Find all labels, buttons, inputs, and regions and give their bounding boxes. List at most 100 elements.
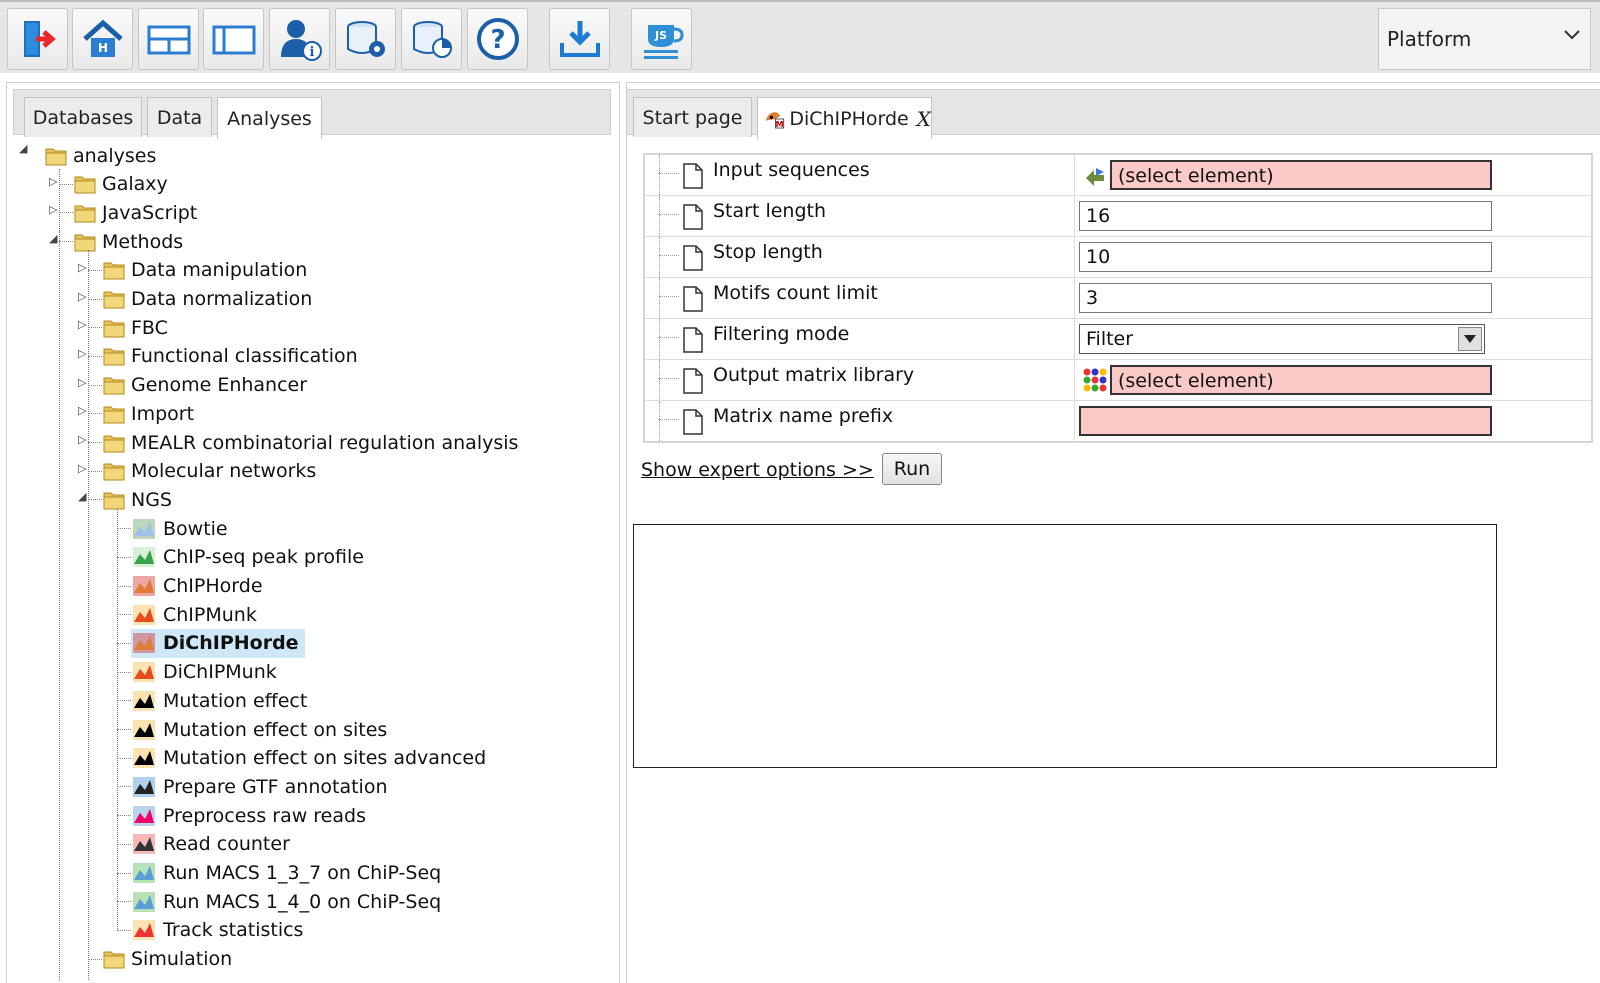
tree-connector — [59, 183, 73, 185]
bowtie-icon — [131, 516, 157, 542]
dichiphorde-icon — [131, 630, 157, 656]
tab-start-page[interactable]: Start page — [633, 97, 752, 137]
param-row-input-sequences: Input sequences (select element) — [645, 155, 1591, 196]
show-expert-options-link[interactable]: Show expert options >> — [641, 459, 874, 481]
tree-item-prepare-gtf-annotation[interactable]: Prepare GTF annotation — [131, 772, 388, 801]
expand-toggle[interactable]: ▷ — [78, 261, 86, 274]
tree-connector — [117, 671, 131, 673]
layout-button[interactable] — [138, 8, 199, 70]
js-console-button[interactable]: JS — [631, 8, 692, 70]
expand-toggle[interactable]: ▷ — [78, 404, 86, 417]
tree-item-simulation[interactable]: Simulation — [103, 945, 232, 974]
tree-item-data-manipulation[interactable]: Data manipulation — [103, 256, 307, 285]
db-settings-button[interactable] — [335, 8, 396, 70]
tree-item-mutation-effect-on-sites[interactable]: Mutation effect on sites — [131, 715, 387, 744]
tree-connector — [117, 901, 131, 903]
param-motifs-count-limit-input[interactable]: 3 — [1079, 283, 1492, 313]
tree-item-ngs[interactable]: NGS — [103, 485, 172, 514]
tree-item-track-statistics[interactable]: Track statistics — [131, 916, 303, 945]
expand-toggle[interactable]: ▷ — [78, 462, 86, 475]
tree-item-data-normalization[interactable]: Data normalization — [103, 285, 312, 314]
home-button[interactable]: H — [72, 8, 133, 70]
user-info-button[interactable]: i — [269, 8, 330, 70]
select-sequences-icon[interactable] — [1082, 162, 1108, 193]
param-filtering-mode-select[interactable]: Filter — [1079, 324, 1485, 354]
tree-item-import[interactable]: Import — [103, 399, 194, 428]
tree-item-galaxy[interactable]: Galaxy — [74, 170, 168, 199]
select-matrix-library-icon[interactable] — [1082, 367, 1108, 398]
tree-item-read-counter[interactable]: Read counter — [131, 830, 290, 859]
param-input-sequences-field[interactable]: (select element) — [1110, 160, 1492, 190]
tree-connector — [117, 700, 131, 702]
tree-item-label: ChIPHorde — [163, 575, 263, 597]
tree-item-functional-classification[interactable]: Functional classification — [103, 342, 358, 371]
tree-item-label: Run MACS 1_4_0 on ChiP-Seq — [163, 890, 442, 913]
tree-item-chipmunk[interactable]: ChIPMunk — [131, 600, 257, 629]
exit-button[interactable] — [7, 8, 68, 70]
expand-toggle[interactable]: ▷ — [49, 175, 57, 188]
tree-item-label: ChIPMunk — [163, 603, 257, 626]
tree-item-bowtie[interactable]: Bowtie — [131, 514, 228, 543]
tree-item-fbc[interactable]: FBC — [103, 313, 168, 342]
expand-toggle[interactable]: ▷ — [78, 433, 86, 446]
db-chart-button[interactable] — [401, 8, 462, 70]
tree-item-mutation-effect[interactable]: Mutation effect — [131, 686, 307, 715]
download-button[interactable] — [549, 8, 610, 70]
tree-item-analyses[interactable]: analyses — [45, 141, 156, 170]
collapse-toggle[interactable]: ◢ — [19, 142, 27, 155]
tree-item-javascript[interactable]: JavaScript — [74, 198, 197, 227]
tab-data[interactable]: Data — [147, 97, 212, 137]
tree-connector — [117, 929, 131, 931]
param-matrix-name-prefix-input[interactable] — [1079, 406, 1492, 436]
help-button[interactable]: ? — [467, 8, 528, 70]
close-tab-button[interactable]: X — [917, 107, 931, 131]
tree-connector — [59, 241, 73, 243]
tree-item-molecular-networks[interactable]: Molecular networks — [103, 457, 316, 486]
run-macs-1-3-7-on-chip-seq-icon — [131, 860, 157, 886]
tree-item-label: Genome Enhancer — [131, 374, 308, 397]
tree-item-dichiphorde[interactable]: DiChIPHorde — [131, 628, 305, 658]
tree-item-genome-enhancer[interactable]: Genome Enhancer — [103, 371, 307, 400]
tree-connector — [117, 757, 131, 759]
param-output-matrix-library-field[interactable]: (select element) — [1110, 365, 1492, 395]
expand-toggle[interactable]: ▷ — [78, 290, 86, 303]
expand-toggle[interactable]: ▷ — [78, 318, 86, 331]
tree-connector — [88, 470, 102, 472]
param-row-stop-length: Stop length 10 — [645, 237, 1591, 278]
tree-item-label: Mutation effect on sites — [163, 718, 388, 741]
collapse-toggle[interactable]: ◢ — [78, 490, 86, 503]
param-label: Output matrix library — [713, 364, 915, 386]
folder-icon — [74, 234, 96, 252]
folder-icon — [103, 406, 125, 424]
tab-databases[interactable]: Databases — [24, 97, 142, 137]
tree-item-mutation-effect-on-sites-advanced[interactable]: Mutation effect on sites advanced — [131, 744, 486, 773]
param-stop-length-input[interactable]: 10 — [1079, 242, 1492, 272]
tree-item-run-macs-1-4-0-on-chip-seq[interactable]: Run MACS 1_4_0 on ChiP-Seq — [131, 887, 441, 916]
platform-select-value: Platform — [1387, 27, 1472, 51]
expand-toggle[interactable]: ▷ — [49, 203, 57, 216]
tab-analyses[interactable]: Analyses — [217, 97, 322, 139]
folder-icon — [103, 262, 125, 280]
folder-icon — [103, 951, 125, 969]
platform-select[interactable]: Platform — [1378, 8, 1591, 70]
run-button[interactable]: Run — [882, 453, 942, 485]
param-start-length-input[interactable]: 16 — [1079, 201, 1492, 231]
tree-item-chiphorde[interactable]: ChIPHorde — [131, 572, 263, 601]
mutation-effect-on-sites-advanced-icon — [131, 745, 157, 771]
tree-item-label: Preprocess raw reads — [163, 804, 366, 827]
tree-item-preprocess-raw-reads[interactable]: Preprocess raw reads — [131, 801, 366, 830]
tree-item-chip-seq-peak-profile[interactable]: ChIP-seq peak profile — [131, 543, 364, 572]
tree-item-dichipmunk[interactable]: DiChIPMunk — [131, 658, 277, 687]
tree-item-methods[interactable]: Methods — [74, 227, 183, 256]
tree-guide-line — [659, 401, 660, 441]
tree-item-run-macs-1-3-7-on-chip-seq[interactable]: Run MACS 1_3_7 on ChiP-Seq — [131, 859, 441, 888]
tree-item-label: FBC — [131, 316, 168, 339]
chiphorde-icon — [131, 573, 157, 599]
expand-toggle[interactable]: ▷ — [78, 376, 86, 389]
tree-guide-line — [659, 155, 660, 195]
tab-dichiphorde[interactable]: M DiChIPHorde X — [757, 97, 932, 139]
panel-button[interactable] — [203, 8, 264, 70]
collapse-toggle[interactable]: ◢ — [49, 232, 57, 245]
tree-item-mealr-combinatorial-regulation-analysis[interactable]: MEALR combinatorial regulation analysis — [103, 428, 518, 457]
expand-toggle[interactable]: ▷ — [78, 347, 86, 360]
